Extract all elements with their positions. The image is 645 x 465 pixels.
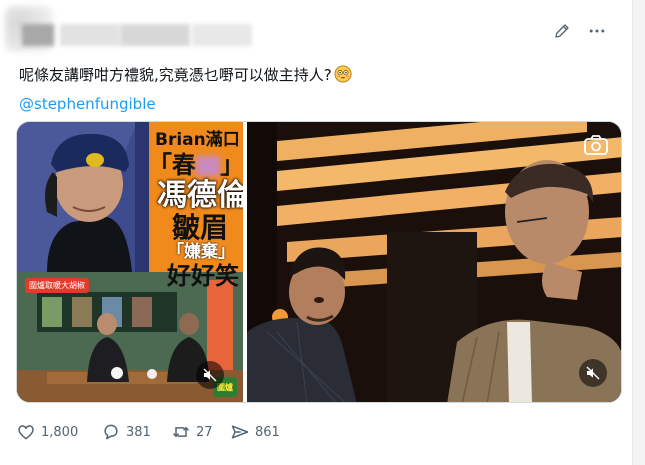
mention-link[interactable]: @stephenfungible: [19, 93, 156, 115]
post-body: 呢條友講嘢咁方禮貌,究竟憑乜嘢可以做主持人?: [19, 66, 332, 84]
view-count: 861: [255, 424, 280, 440]
video-thumbnail-right[interactable]: [247, 122, 621, 402]
scrollbar[interactable]: [632, 0, 645, 465]
channel-badge: 圍爐取暖大胡椒: [25, 278, 89, 293]
more-icon: [589, 29, 605, 33]
reply-count: 381: [126, 424, 151, 440]
author-name-redacted: [22, 24, 54, 46]
author-name-redacted: [120, 24, 190, 46]
reply-button[interactable]: 381: [101, 421, 151, 443]
video-thumbnail-left[interactable]: Brian滿口 「春」 馮德倫 皺眉 「嫌棄」 好好笑 圍爐取暖大胡椒 圍爐: [17, 122, 243, 402]
thumb-title-funny: 好好笑: [167, 262, 239, 290]
tweet-post: 呢條友講嘢咁方禮貌,究竟憑乜嘢可以做主持人? @stephenfungible: [0, 0, 632, 465]
more-options-button[interactable]: [584, 18, 610, 44]
mute-icon: [586, 366, 600, 380]
author-name-redacted: [60, 24, 120, 46]
like-button[interactable]: 1,800: [16, 421, 78, 443]
reply-icon: [104, 424, 118, 440]
pencil-icon: [555, 24, 569, 38]
send-icon: [231, 425, 249, 439]
camera-icon: [583, 134, 609, 160]
post-text: 呢條友講嘢咁方禮貌,究竟憑乜嘢可以做主持人?: [19, 64, 352, 86]
heart-icon: [18, 425, 34, 440]
retweet-button[interactable]: 27: [171, 421, 213, 443]
mute-button[interactable]: [579, 359, 607, 387]
mute-icon: [203, 368, 217, 382]
media-gallery[interactable]: Brian滿口 「春」 馮德倫 皺眉 「嫌棄」 好好笑 圍爐取暖大胡椒 圍爐: [16, 121, 622, 403]
mute-button[interactable]: [196, 361, 224, 389]
retweet-count: 27: [196, 424, 213, 440]
video-frame-artwork: [247, 122, 621, 402]
author-name-redacted: [192, 24, 252, 46]
edit-button[interactable]: [549, 18, 575, 44]
flushed-face-icon: [334, 65, 352, 83]
views-button[interactable]: 861: [230, 421, 280, 443]
retweet-icon: [172, 426, 190, 438]
like-count: 1,800: [41, 424, 79, 440]
